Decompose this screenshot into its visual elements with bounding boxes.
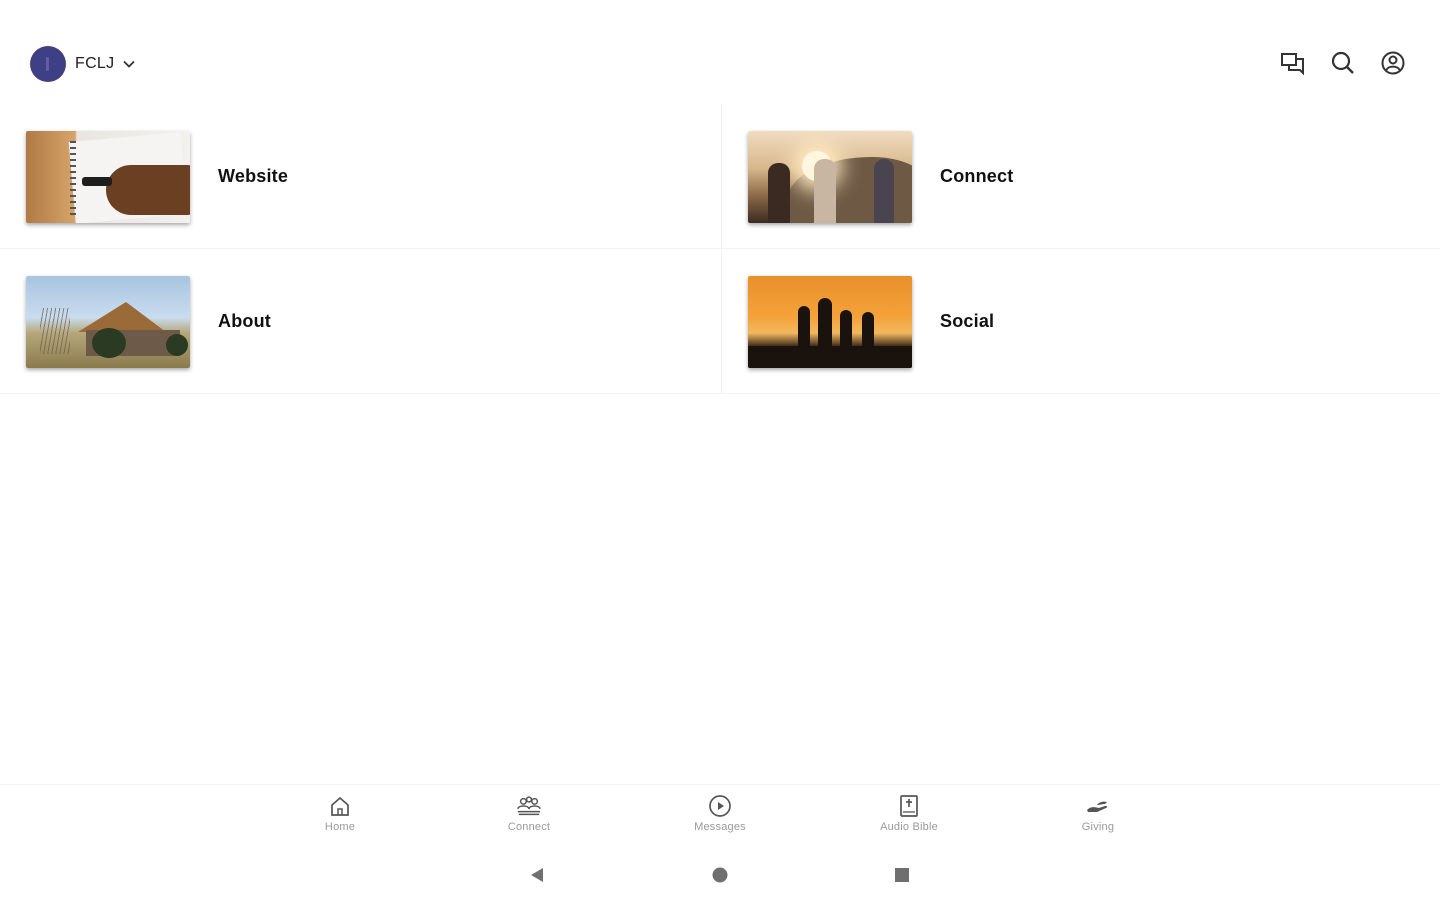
nav-label: Audio Bible <box>880 821 938 833</box>
group-icon <box>516 793 542 819</box>
grid-divider-bottom <box>0 393 1440 394</box>
connect-thumbnail <box>748 130 912 223</box>
nav-item-audio-bible[interactable]: Audio Bible <box>849 793 969 843</box>
home-icon <box>327 793 353 819</box>
back-icon[interactable] <box>525 863 549 887</box>
tile-about[interactable]: About <box>0 249 720 394</box>
nav-item-home[interactable]: Home <box>280 793 400 843</box>
tile-label: Social <box>940 311 995 331</box>
bottom-nav: Home Connect Messages Audio Bible Giving <box>0 784 1440 846</box>
system-nav-bar <box>0 852 1440 896</box>
nav-label: Home <box>324 821 356 833</box>
tile-label: Website <box>218 166 289 186</box>
tile-website[interactable]: Website <box>0 104 720 249</box>
grid-divider-vertical <box>721 104 722 394</box>
top-bar: FCLJ <box>0 0 1440 104</box>
grid-divider-horizontal <box>0 248 1440 249</box>
tile-label: About <box>218 311 271 331</box>
nav-item-messages[interactable]: Messages <box>660 793 780 843</box>
org-switcher[interactable]: FCLJ <box>30 46 136 82</box>
nav-label: Giving <box>1081 821 1115 833</box>
giving-hand-icon <box>1085 793 1111 819</box>
tile-label: Connect <box>940 166 1014 186</box>
about-thumbnail <box>26 275 190 368</box>
chat-icon[interactable] <box>1278 48 1308 78</box>
content-grid: Website Connect About Social <box>0 104 1440 394</box>
website-thumbnail <box>26 130 190 223</box>
tile-connect[interactable]: Connect <box>722 104 1440 249</box>
social-thumbnail <box>748 275 912 368</box>
nav-item-connect[interactable]: Connect <box>469 793 589 843</box>
org-name: FCLJ <box>75 55 115 72</box>
org-avatar <box>30 46 66 82</box>
nav-item-giving[interactable]: Giving <box>1038 793 1158 843</box>
home-circle-icon[interactable] <box>708 863 732 887</box>
tile-social[interactable]: Social <box>722 249 1440 394</box>
search-icon[interactable] <box>1328 48 1358 78</box>
recents-icon[interactable] <box>890 863 914 887</box>
chevron-down-icon <box>122 57 136 71</box>
nav-label: Connect <box>507 821 551 833</box>
bible-icon <box>896 793 922 819</box>
play-circle-icon <box>707 793 733 819</box>
top-actions <box>1278 48 1408 78</box>
nav-label: Messages <box>694 821 746 833</box>
account-icon[interactable] <box>1378 48 1408 78</box>
